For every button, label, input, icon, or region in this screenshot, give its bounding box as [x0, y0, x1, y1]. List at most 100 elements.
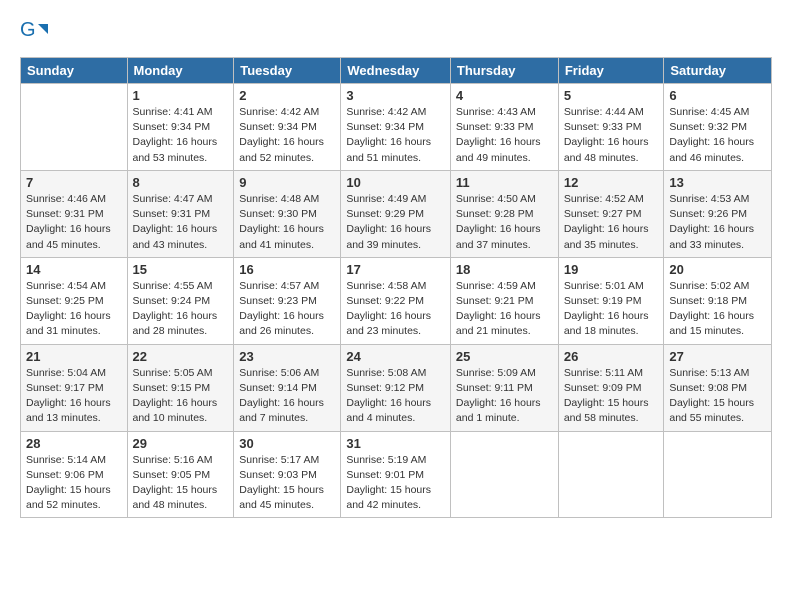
- day-number: 23: [239, 349, 335, 364]
- calendar-cell: 12 Sunrise: 4:52 AM Sunset: 9:27 PM Dayl…: [558, 170, 664, 257]
- day-number: 25: [456, 349, 553, 364]
- calendar-cell: 10 Sunrise: 4:49 AM Sunset: 9:29 PM Dayl…: [341, 170, 451, 257]
- day-info: Sunrise: 4:54 AM Sunset: 9:25 PM Dayligh…: [26, 279, 122, 340]
- sunrise: Sunrise: 4:54 AM: [26, 280, 106, 292]
- header-thursday: Thursday: [450, 58, 558, 84]
- day-info: Sunrise: 5:02 AM Sunset: 9:18 PM Dayligh…: [669, 279, 766, 340]
- sunset: Sunset: 9:06 PM: [26, 469, 104, 481]
- calendar-cell: 22 Sunrise: 5:05 AM Sunset: 9:15 PM Dayl…: [127, 344, 234, 431]
- sunrise: Sunrise: 4:50 AM: [456, 193, 536, 205]
- sunset: Sunset: 9:03 PM: [239, 469, 317, 481]
- daylight: Daylight: 15 hours and 45 minutes.: [239, 484, 324, 511]
- calendar-cell: [21, 84, 128, 171]
- day-number: 15: [133, 262, 229, 277]
- daylight: Daylight: 16 hours and 41 minutes.: [239, 223, 324, 250]
- day-info: Sunrise: 4:50 AM Sunset: 9:28 PM Dayligh…: [456, 192, 553, 253]
- daylight: Daylight: 16 hours and 35 minutes.: [564, 223, 649, 250]
- daylight: Daylight: 16 hours and 26 minutes.: [239, 310, 324, 337]
- header-tuesday: Tuesday: [234, 58, 341, 84]
- day-number: 24: [346, 349, 445, 364]
- daylight: Daylight: 16 hours and 4 minutes.: [346, 397, 431, 424]
- sunrise: Sunrise: 4:53 AM: [669, 193, 749, 205]
- calendar-cell: 7 Sunrise: 4:46 AM Sunset: 9:31 PM Dayli…: [21, 170, 128, 257]
- day-info: Sunrise: 5:14 AM Sunset: 9:06 PM Dayligh…: [26, 453, 122, 514]
- day-number: 13: [669, 175, 766, 190]
- day-number: 1: [133, 88, 229, 103]
- day-info: Sunrise: 4:57 AM Sunset: 9:23 PM Dayligh…: [239, 279, 335, 340]
- sunset: Sunset: 9:14 PM: [239, 382, 317, 394]
- daylight: Daylight: 16 hours and 10 minutes.: [133, 397, 218, 424]
- sunrise: Sunrise: 5:02 AM: [669, 280, 749, 292]
- day-info: Sunrise: 4:42 AM Sunset: 9:34 PM Dayligh…: [239, 105, 335, 166]
- calendar-cell: 2 Sunrise: 4:42 AM Sunset: 9:34 PM Dayli…: [234, 84, 341, 171]
- day-info: Sunrise: 5:11 AM Sunset: 9:09 PM Dayligh…: [564, 366, 659, 427]
- calendar-cell: 13 Sunrise: 4:53 AM Sunset: 9:26 PM Dayl…: [664, 170, 772, 257]
- sunset: Sunset: 9:09 PM: [564, 382, 642, 394]
- sunset: Sunset: 9:22 PM: [346, 295, 424, 307]
- calendar-cell: 29 Sunrise: 5:16 AM Sunset: 9:05 PM Dayl…: [127, 431, 234, 518]
- calendar-cell: 6 Sunrise: 4:45 AM Sunset: 9:32 PM Dayli…: [664, 84, 772, 171]
- sunrise: Sunrise: 4:46 AM: [26, 193, 106, 205]
- daylight: Daylight: 16 hours and 49 minutes.: [456, 136, 541, 163]
- sunrise: Sunrise: 4:42 AM: [346, 106, 426, 118]
- week-row-4: 28 Sunrise: 5:14 AM Sunset: 9:06 PM Dayl…: [21, 431, 772, 518]
- day-number: 7: [26, 175, 122, 190]
- daylight: Daylight: 15 hours and 58 minutes.: [564, 397, 649, 424]
- calendar-cell: 9 Sunrise: 4:48 AM Sunset: 9:30 PM Dayli…: [234, 170, 341, 257]
- calendar-cell: 14 Sunrise: 4:54 AM Sunset: 9:25 PM Dayl…: [21, 257, 128, 344]
- day-info: Sunrise: 5:04 AM Sunset: 9:17 PM Dayligh…: [26, 366, 122, 427]
- daylight: Daylight: 16 hours and 39 minutes.: [346, 223, 431, 250]
- day-info: Sunrise: 4:45 AM Sunset: 9:32 PM Dayligh…: [669, 105, 766, 166]
- day-number: 26: [564, 349, 659, 364]
- daylight: Daylight: 16 hours and 46 minutes.: [669, 136, 754, 163]
- day-number: 19: [564, 262, 659, 277]
- calendar-cell: 17 Sunrise: 4:58 AM Sunset: 9:22 PM Dayl…: [341, 257, 451, 344]
- calendar-cell: 11 Sunrise: 4:50 AM Sunset: 9:28 PM Dayl…: [450, 170, 558, 257]
- daylight: Daylight: 16 hours and 45 minutes.: [26, 223, 111, 250]
- day-number: 22: [133, 349, 229, 364]
- sunset: Sunset: 9:26 PM: [669, 208, 747, 220]
- calendar-cell: [450, 431, 558, 518]
- day-number: 11: [456, 175, 553, 190]
- sunset: Sunset: 9:24 PM: [133, 295, 211, 307]
- svg-text:G: G: [20, 19, 36, 41]
- sunrise: Sunrise: 4:59 AM: [456, 280, 536, 292]
- calendar-cell: 20 Sunrise: 5:02 AM Sunset: 9:18 PM Dayl…: [664, 257, 772, 344]
- week-row-3: 21 Sunrise: 5:04 AM Sunset: 9:17 PM Dayl…: [21, 344, 772, 431]
- calendar-cell: 16 Sunrise: 4:57 AM Sunset: 9:23 PM Dayl…: [234, 257, 341, 344]
- sunset: Sunset: 9:34 PM: [133, 121, 211, 133]
- daylight: Daylight: 15 hours and 42 minutes.: [346, 484, 431, 511]
- daylight: Daylight: 16 hours and 33 minutes.: [669, 223, 754, 250]
- day-info: Sunrise: 5:19 AM Sunset: 9:01 PM Dayligh…: [346, 453, 445, 514]
- sunset: Sunset: 9:25 PM: [26, 295, 104, 307]
- sunrise: Sunrise: 4:44 AM: [564, 106, 644, 118]
- sunset: Sunset: 9:30 PM: [239, 208, 317, 220]
- calendar-cell: 26 Sunrise: 5:11 AM Sunset: 9:09 PM Dayl…: [558, 344, 664, 431]
- sunset: Sunset: 9:31 PM: [26, 208, 104, 220]
- day-number: 20: [669, 262, 766, 277]
- sunrise: Sunrise: 4:57 AM: [239, 280, 319, 292]
- sunrise: Sunrise: 5:01 AM: [564, 280, 644, 292]
- daylight: Daylight: 16 hours and 1 minute.: [456, 397, 541, 424]
- sunrise: Sunrise: 4:58 AM: [346, 280, 426, 292]
- sunrise: Sunrise: 4:43 AM: [456, 106, 536, 118]
- sunrise: Sunrise: 4:41 AM: [133, 106, 213, 118]
- daylight: Daylight: 15 hours and 48 minutes.: [133, 484, 218, 511]
- header: G: [20, 16, 772, 49]
- sunrise: Sunrise: 5:14 AM: [26, 454, 106, 466]
- calendar-cell: 25 Sunrise: 5:09 AM Sunset: 9:11 PM Dayl…: [450, 344, 558, 431]
- day-info: Sunrise: 4:52 AM Sunset: 9:27 PM Dayligh…: [564, 192, 659, 253]
- sunset: Sunset: 9:32 PM: [669, 121, 747, 133]
- day-number: 18: [456, 262, 553, 277]
- sunset: Sunset: 9:27 PM: [564, 208, 642, 220]
- day-number: 9: [239, 175, 335, 190]
- calendar-cell: 19 Sunrise: 5:01 AM Sunset: 9:19 PM Dayl…: [558, 257, 664, 344]
- calendar-cell: 23 Sunrise: 5:06 AM Sunset: 9:14 PM Dayl…: [234, 344, 341, 431]
- sunrise: Sunrise: 4:47 AM: [133, 193, 213, 205]
- day-number: 28: [26, 436, 122, 451]
- sunrise: Sunrise: 5:17 AM: [239, 454, 319, 466]
- day-info: Sunrise: 5:06 AM Sunset: 9:14 PM Dayligh…: [239, 366, 335, 427]
- sunset: Sunset: 9:34 PM: [239, 121, 317, 133]
- sunrise: Sunrise: 4:52 AM: [564, 193, 644, 205]
- day-number: 12: [564, 175, 659, 190]
